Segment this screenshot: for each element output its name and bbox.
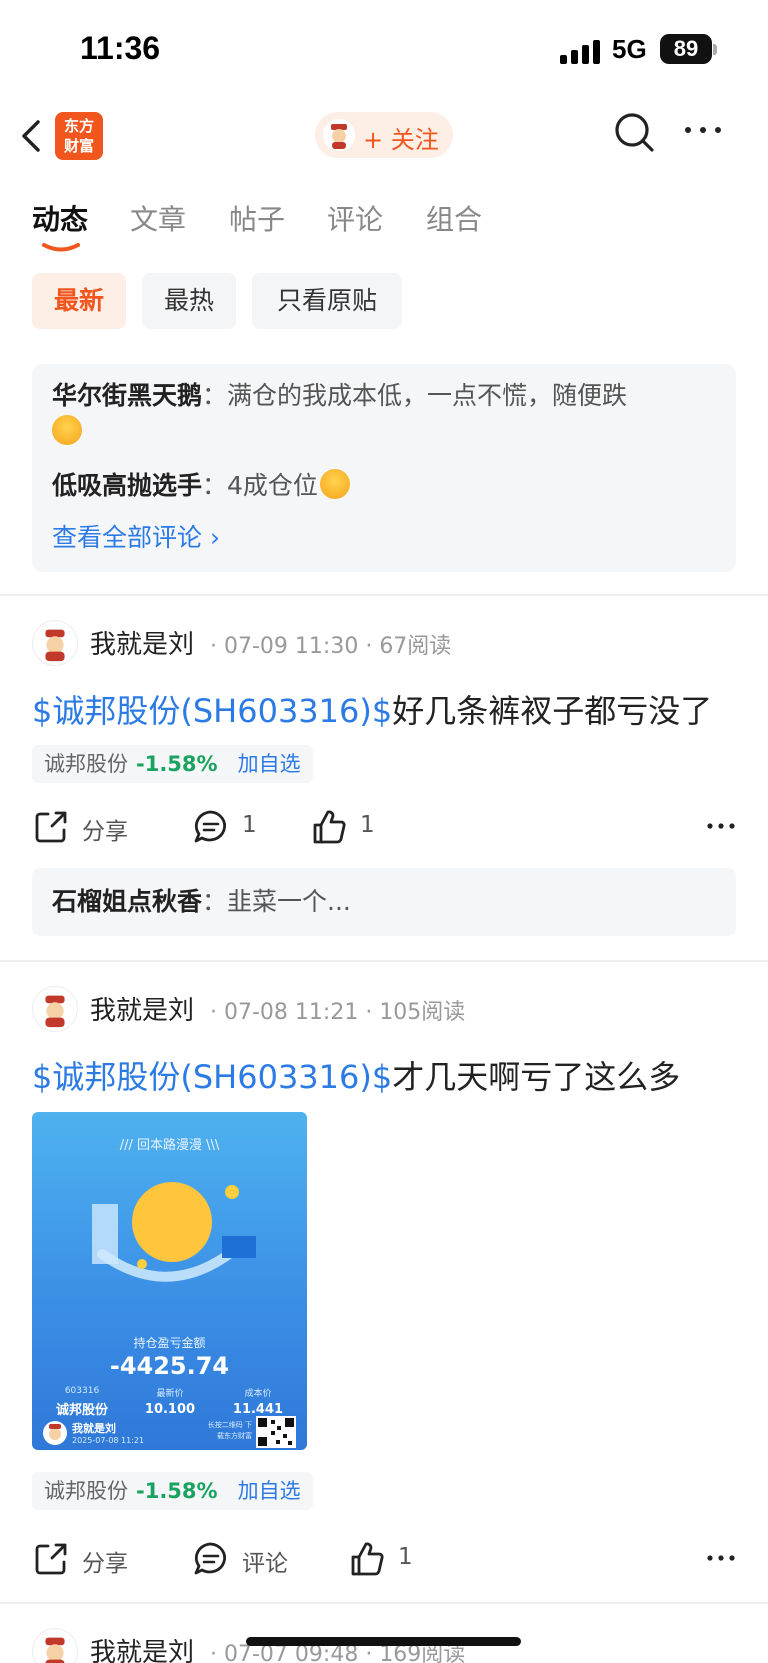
follow-label: + 关注 [363,126,439,154]
divider [0,1602,768,1604]
tab-portfolios[interactable]: 组合 [426,198,482,238]
stock-chip[interactable]: 诚邦股份 -1.58% 加自选 [32,745,313,783]
author-name[interactable]: 我就是刘 [90,1632,194,1663]
comment-text: 满仓的我成本低，一点不慌，随便跌 [227,381,628,410]
thumbs-up-icon [313,810,346,844]
post-content[interactable]: $诚邦股份(SH603316)$才几天啊亏了这么多 [32,1052,680,1098]
stock-change: -1.58% [136,752,218,776]
post-reply-preview[interactable]: 石榴姐点秋香：韭菜一个... [32,868,736,936]
status-bar: 11:36 5G 89 [0,0,768,100]
post-actions: 分享 1 1 [32,806,736,850]
more-icon[interactable] [682,124,724,136]
follow-button[interactable]: + 关注 [315,112,453,158]
post-more-icon[interactable] [706,816,736,836]
filter-latest[interactable]: 最新 [32,273,126,329]
comment-user: 低吸高抛选手 [52,471,203,500]
tab-dynamic[interactable]: 动态 [32,198,88,238]
tab-articles[interactable]: 文章 [130,198,186,238]
post-actions: 分享 评论 1 [32,1538,736,1582]
top-comments-box[interactable]: 华尔街黑天鹅：满仓的我成本低，一点不慌，随便跌 低吸高抛选手：4成仓位 查看全部… [32,364,736,572]
post-more-icon[interactable] [706,1548,736,1568]
share-icon [35,1543,67,1575]
add-watchlist-button[interactable]: 加自选 [238,1479,301,1503]
stock-change: -1.58% [136,1479,218,1503]
tab-comments[interactable]: 评论 [327,198,383,238]
card-footer: 我就是刘 2025-07-08 11:21 长按二维码 下载东方财富 [32,1416,307,1450]
stock-chip[interactable]: 诚邦股份 -1.58% 加自选 [32,1472,313,1510]
comment-user: 华尔街黑天鹅 [52,381,203,410]
add-watchlist-button[interactable]: 加自选 [238,752,301,776]
post-image-pnl-card[interactable]: /// 回本路漫漫 \\\ 持仓盈亏金额 -4425.74 603316 诚邦股份… [32,1112,307,1450]
comment-text: 4成仓位 [227,471,318,500]
author-name[interactable]: 我就是刘 [90,624,194,661]
filter-hot[interactable]: 最热 [142,273,236,329]
card-avatar-icon [43,1421,67,1445]
author-avatar[interactable] [32,620,78,666]
qr-code-icon [256,1416,296,1448]
filter-original-only[interactable]: 只看原贴 [252,273,402,329]
reply-line: 石榴姐点秋香：韭菜一个... [52,887,351,916]
user-avatar-icon [323,119,355,151]
author-avatar[interactable] [32,1628,78,1663]
author-avatar[interactable] [32,986,78,1032]
author-name[interactable]: 我就是刘 [90,990,194,1027]
nav-bar: 东方 财富 + 关注 [0,100,768,176]
crying-emoji-icon [319,469,350,499]
stock-tag-link[interactable]: $诚邦股份(SH603316)$ [32,692,392,730]
divider [0,960,768,962]
comment-icon [194,810,227,843]
reply-user: 石榴姐点秋香 [52,887,203,916]
battery-icon: 89 [660,34,712,64]
comment-1: 华尔街黑天鹅：满仓的我成本低，一点不慌，随便跌 [52,378,716,450]
tab-active-indicator [42,243,80,252]
battery-tip [713,44,717,55]
laughing-emoji-icon [52,415,82,445]
card-amount: -4425.74 [109,1352,230,1380]
thumbs-up-icon [351,1542,384,1576]
search-icon[interactable] [612,110,656,154]
home-indicator [246,1637,521,1646]
stock-tag-link[interactable]: $诚邦股份(SH603316)$ [32,1058,392,1096]
post-meta: · 07-08 11:21 · 105阅读 [210,1000,466,1025]
status-time: 11:36 [80,30,161,66]
comment-icon [194,1542,227,1575]
crying-face-icon [132,1182,212,1262]
back-arrow-icon[interactable] [18,116,48,156]
network-type: 5G [612,34,647,64]
view-all-comments-link[interactable]: 查看全部评论 › [52,518,220,554]
tab-posts[interactable]: 帖子 [229,198,285,238]
comment-2: 低吸高抛选手：4成仓位 [52,468,350,504]
card-title: /// 回本路漫漫 \\\ [119,1138,220,1153]
signal-icon [560,40,602,64]
post-meta: · 07-09 11:30 · 67阅读 [210,634,452,659]
reply-text: 韭菜一个... [227,887,351,916]
share-icon [35,811,67,843]
post-content[interactable]: $诚邦股份(SH603316)$好几条裤衩子都亏没了 [32,686,712,732]
divider [0,594,768,596]
app-logo: 东方 财富 [55,112,103,160]
